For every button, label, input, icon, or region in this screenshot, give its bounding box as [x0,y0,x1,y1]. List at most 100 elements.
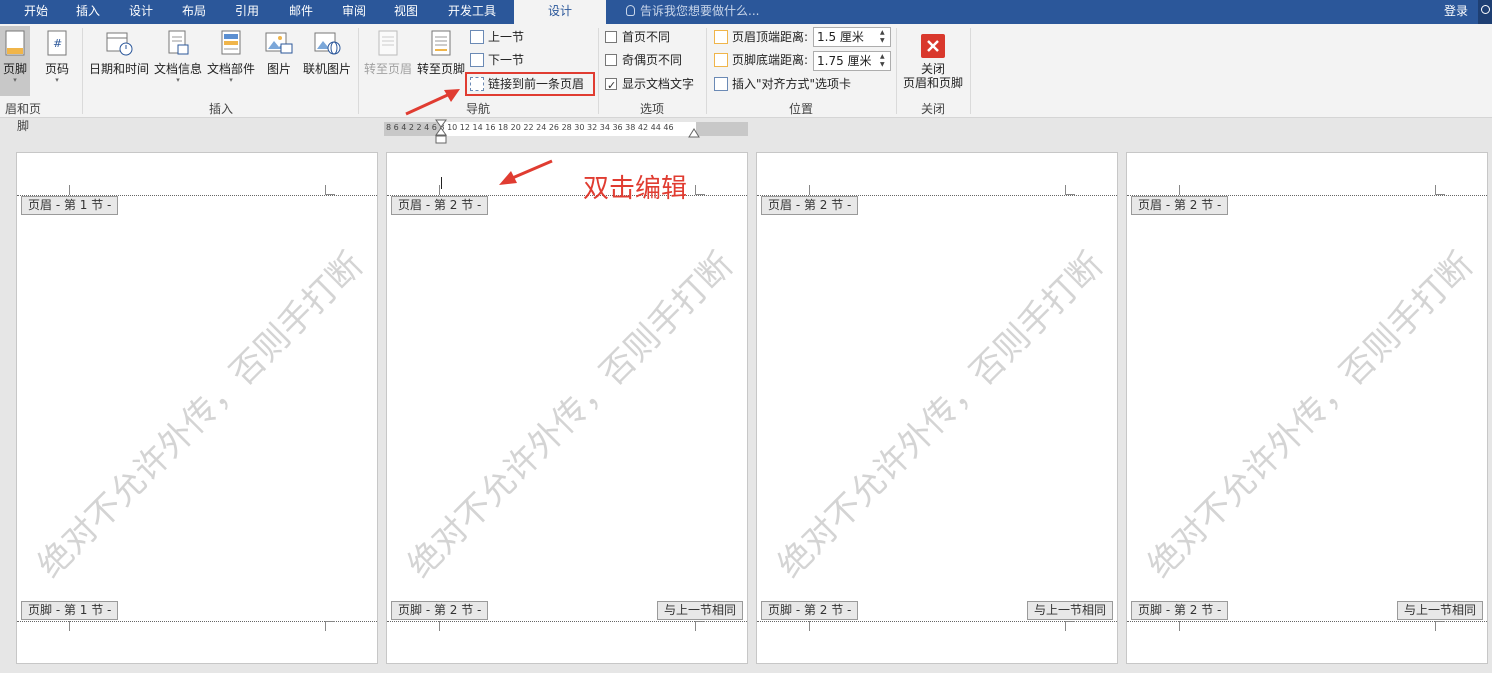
different-odd-even-label: 奇偶页不同 [622,53,683,67]
page-2: 页眉 - 第 2 节 - 绝对不允许外传，否则手打断 页脚 - 第 2 节 - … [386,152,748,664]
close-header-footer-button[interactable]: 关闭 页眉和页脚 [900,26,966,90]
prev-section-button[interactable]: 上一节 [470,27,524,47]
header-section-tag: 页眉 - 第 2 节 - [391,196,489,215]
online-picture-button[interactable]: 联机图片 [300,26,354,77]
spin-arrows-icon[interactable]: ▲ ▼ [880,53,888,69]
indent-marker-icon[interactable] [435,119,447,145]
footer-bottom-distance-input[interactable]: 1.75 厘米 ▲ ▼ [813,51,891,71]
tab-references[interactable]: 引用 [224,0,270,24]
close-label-line2: 页眉和页脚 [902,76,963,90]
group-label-position: 位置 [788,102,813,116]
page-1: 页眉 - 第 1 节 - 绝对不允许外传，否则手打断 页脚 - 第 1 节 - [16,152,378,664]
same-as-previous-tag: 与上一节相同 [1026,601,1113,620]
watermark: 绝对不允许外传，否则手打断 [400,245,741,586]
goto-footer-button[interactable]: 转至页脚 [415,26,467,77]
header-top-value: 1.5 厘米 [817,30,864,44]
header-top-distance-label: 页眉顶端距离: [714,27,808,47]
spin-arrows-icon[interactable]: ▲ ▼ [880,29,888,45]
crop-mark [809,621,819,631]
header-top-distance-input[interactable]: 1.5 厘米 ▲ ▼ [813,27,891,47]
crop-mark [1435,185,1445,195]
prev-section-icon [470,30,484,44]
watermark: 绝对不允许外传，否则手打断 [770,245,1111,586]
different-odd-even-checkbox[interactable]: 奇偶页不同 [605,50,682,70]
date-time-label: 日期和时间 [88,62,149,76]
group-label-close: 关闭 [920,102,945,116]
group-separator [358,28,359,114]
footer-button[interactable]: 页脚 ▾ [0,26,30,96]
crop-mark [439,621,449,631]
group-label-insert: 插入 [208,102,233,116]
quick-parts-button[interactable]: 文档部件 ▾ [206,26,256,84]
goto-header-label: 转至页眉 [363,62,412,76]
crop-mark [695,185,705,195]
tab-layout[interactable]: 布局 [172,0,216,24]
svg-text:#: # [53,37,62,50]
ribbon: 页脚 ▾ # 页码 ▾ 眉和页脚 日期和时间 文档信息 ▾ 文档部件 ▾ 图片 … [0,24,1492,133]
tab-review[interactable]: 审阅 [332,0,376,24]
crop-mark [325,621,335,631]
crop-mark [1065,621,1075,631]
header-section-tag: 页眉 - 第 2 节 - [761,196,859,215]
group-separator [598,28,599,114]
close-label-line1: 关闭 [920,62,945,76]
goto-header-button[interactable]: 转至页眉 [362,26,414,77]
footer-button-label: 页脚 [2,62,27,76]
quick-parts-icon [221,30,241,55]
next-section-button[interactable]: 下一节 [470,50,524,70]
page-3: 页眉 - 第 2 节 - 绝对不允许外传，否则手打断 页脚 - 第 2 节 - … [756,152,1118,664]
highlight-box [465,72,595,96]
annotation-text: 双击编辑 [583,174,688,204]
tab-view[interactable]: 视图 [384,0,428,24]
page-number-button[interactable]: # 页码 ▾ [40,26,74,84]
crop-mark [69,185,79,195]
goto-footer-icon [431,30,451,56]
goto-header-icon [378,30,398,56]
footer-position-icon [714,53,728,67]
picture-icon [265,32,293,54]
show-document-text-checkbox[interactable]: 显示文档文字 [605,74,695,96]
tell-me-text: 告诉我您想要做什么... [640,4,760,18]
text-cursor [441,177,442,189]
checkbox-checked [605,76,617,96]
chevron-down-icon: ▾ [176,76,180,84]
watermark: 绝对不允许外传，否则手打断 [1140,245,1481,586]
watermark: 绝对不允许外传，否则手打断 [30,245,371,586]
show-document-text-label: 显示文档文字 [622,77,695,91]
crop-mark [1179,185,1189,195]
picture-button[interactable]: 图片 [262,26,296,77]
picture-label: 图片 [266,62,291,76]
prev-section-label: 上一节 [488,30,525,44]
tell-me-box[interactable]: 告诉我您想要做什么... [626,0,759,24]
tab-insert[interactable]: 插入 [66,0,110,24]
header-top-text: 页眉顶端距离: [732,30,809,44]
footer-bottom-text: 页脚底端距离: [732,53,809,67]
ribbon-tab-bar: 开始 插入 设计 布局 引用 邮件 审阅 视图 开发工具 设计 告诉我您想要做什… [0,0,1492,25]
header-section-tag: 页眉 - 第 1 节 - [21,196,119,215]
tab-mailings[interactable]: 邮件 [278,0,324,24]
footer-bottom-value: 1.75 厘米 [817,54,872,68]
goto-footer-label: 转至页脚 [416,62,465,76]
footer-section-tag: 页脚 - 第 1 节 - [21,601,119,620]
online-picture-label: 联机图片 [302,62,351,76]
crop-mark [809,185,819,195]
doc-info-button[interactable]: 文档信息 ▾ [153,26,203,84]
login-link[interactable]: 登录 [1444,0,1468,23]
footer-icon [5,30,25,56]
calendar-icon [106,32,133,56]
crop-mark [325,185,335,195]
different-first-page-checkbox[interactable]: 首页不同 [605,27,670,47]
chevron-down-icon: ▾ [229,76,233,84]
header-position-icon [714,30,728,44]
group-separator [706,28,707,114]
tab-design-doc[interactable]: 设计 [118,0,164,24]
insert-alignment-tab-button[interactable]: 插入"对齐方式"选项卡 [714,74,851,94]
date-time-button[interactable]: 日期和时间 [88,26,150,77]
user-icon[interactable] [1478,0,1492,24]
tab-developer[interactable]: 开发工具 [440,0,504,24]
online-picture-icon [314,32,341,55]
different-first-page-label: 首页不同 [622,30,671,44]
tab-design-active[interactable]: 设计 [514,0,606,25]
right-indent-marker-icon[interactable] [688,126,700,138]
tab-home[interactable]: 开始 [14,0,58,24]
